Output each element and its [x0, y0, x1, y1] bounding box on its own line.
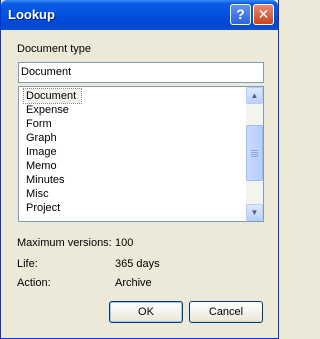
title-bar[interactable]: Lookup ? ✕: [1, 0, 278, 30]
max-versions-label: Maximum versions:: [17, 237, 112, 249]
close-button[interactable]: ✕: [253, 4, 274, 25]
close-icon: ✕: [257, 6, 270, 22]
max-versions-value: 100: [115, 237, 134, 249]
lookup-dialog: Lookup ? ✕ Document type Document Docume…: [0, 0, 279, 339]
document-type-input[interactable]: Document: [18, 62, 264, 83]
scroll-thumb[interactable]: [246, 125, 263, 181]
document-type-label: Document type: [17, 43, 91, 55]
action-value: Archive: [115, 277, 152, 289]
document-type-list[interactable]: Document Expense Form Graph Image Memo Minutes…: [18, 86, 264, 222]
list-item[interactable]: Memo: [24, 159, 247, 173]
ok-button[interactable]: OK: [109, 301, 183, 323]
list-item[interactable]: Minutes: [24, 173, 247, 187]
help-icon: ?: [236, 6, 245, 22]
scroll-up-button[interactable]: ▲: [246, 87, 263, 104]
scroll-down-button[interactable]: ▼: [246, 204, 263, 221]
document-type-input-value: Document: [21, 66, 72, 78]
grip-line: [251, 154, 258, 155]
arrow-down-icon: ▼: [250, 208, 259, 217]
help-button[interactable]: ?: [230, 4, 251, 25]
list-item[interactable]: Project: [24, 201, 247, 215]
arrow-up-icon: ▲: [250, 91, 259, 100]
list-item[interactable]: Expense: [24, 103, 247, 117]
action-label: Action:: [17, 277, 51, 289]
grip-line: [251, 156, 258, 157]
life-label: Life:: [17, 258, 38, 270]
list-scrollbar[interactable]: ▲ ▼: [246, 87, 263, 221]
list-item[interactable]: Image: [24, 145, 247, 159]
list-item[interactable]: Misc: [24, 187, 247, 201]
list-item[interactable]: Graph: [24, 131, 247, 145]
grip-line: [251, 152, 258, 153]
grip-line: [251, 150, 258, 151]
list-item[interactable]: Form: [24, 117, 247, 131]
dialog-title: Lookup: [8, 7, 55, 22]
cancel-button[interactable]: Cancel: [189, 301, 263, 323]
list-item[interactable]: Document: [23, 88, 82, 104]
life-value: 365 days: [115, 258, 160, 270]
